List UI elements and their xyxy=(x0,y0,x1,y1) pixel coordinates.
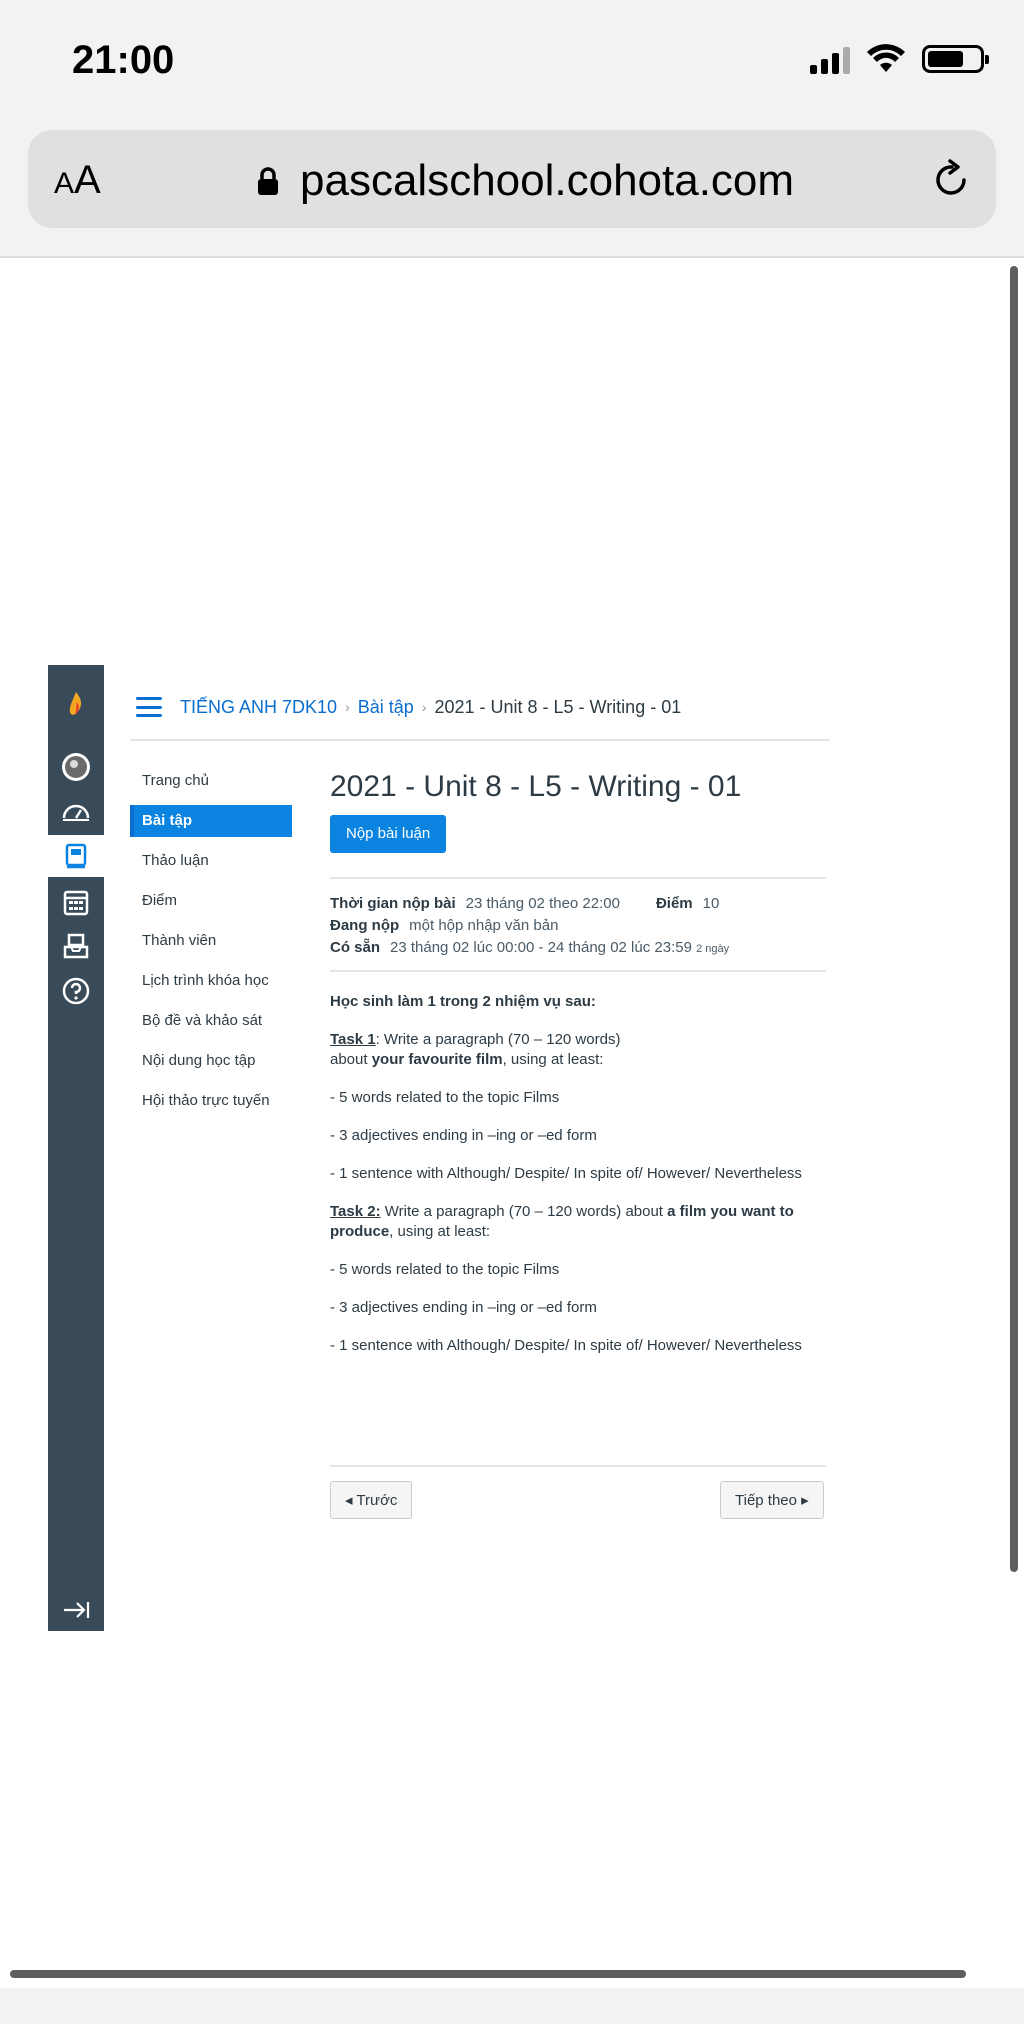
url-text[interactable]: pascalschool.cohota.com xyxy=(300,156,794,206)
breadcrumb-separator-icon: › xyxy=(345,699,350,715)
course-nav-item-grades[interactable]: Điểm xyxy=(130,885,292,917)
available-value: 23 tháng 02 lúc 00:00 - 24 tháng 02 lúc … xyxy=(390,939,730,956)
intro-text: Học sinh làm 1 trong 2 nhiệm vụ sau: xyxy=(330,993,596,1010)
available-row: Có sẵn 23 tháng 02 lúc 00:00 - 24 tháng … xyxy=(330,937,826,960)
course-nav-item-modules[interactable]: Nội dung học tập xyxy=(130,1045,292,1077)
next-button[interactable]: Tiếp theo ▸ xyxy=(720,1481,824,1519)
submitting-row: Đang nộp một hộp nhập văn bản xyxy=(330,915,826,937)
assignment-details: Thời gian nộp bài 23 tháng 02 theo 22:00… xyxy=(330,877,826,972)
account-avatar-icon[interactable] xyxy=(48,747,104,787)
text-size-button[interactable]: AA xyxy=(54,158,101,203)
hamburger-menu-icon[interactable] xyxy=(136,697,162,717)
help-icon[interactable] xyxy=(48,971,104,1011)
due-value: 23 tháng 02 theo 22:00 xyxy=(465,895,620,912)
page-title: 2021 - Unit 8 - L5 - Writing - 01 xyxy=(330,770,742,803)
battery-icon xyxy=(922,45,989,73)
inbox-icon[interactable] xyxy=(48,927,104,965)
course-nav-item-assignments[interactable]: Bài tập xyxy=(130,805,292,837)
list-item: - 3 adjectives ending in –ing or –ed for… xyxy=(330,1127,597,1144)
due-label: Thời gian nộp bài xyxy=(330,895,456,912)
address-bar[interactable]: AA pascalschool.cohota.com xyxy=(28,130,996,228)
breadcrumb-course-link[interactable]: TIẾNG ANH 7DK10 xyxy=(180,697,337,718)
horizontal-scrollbar[interactable] xyxy=(10,1970,966,1978)
submitting-label: Đang nộp xyxy=(330,917,400,934)
browser-bottom-strip xyxy=(0,1988,1024,2024)
available-label: Có sẵn xyxy=(330,939,381,956)
list-item: - 5 words related to the topic Films xyxy=(330,1089,560,1106)
task2-paragraph: Task 2: Write a paragraph (70 – 120 word… xyxy=(330,1203,794,1240)
school-logo-icon[interactable] xyxy=(48,685,104,725)
course-nav-item-syllabus[interactable]: Lịch trình khóa học xyxy=(130,965,292,997)
pager-divider xyxy=(330,1465,826,1467)
previous-button[interactable]: ◂ Trước xyxy=(330,1481,413,1519)
assignment-description: Học sinh làm 1 trong 2 nhiệm vụ sau: Tas… xyxy=(330,992,826,1356)
dashboard-icon[interactable] xyxy=(48,793,104,829)
courses-icon[interactable] xyxy=(48,835,104,877)
calendar-icon[interactable] xyxy=(48,883,104,921)
points-label: Điểm xyxy=(655,895,693,912)
list-item: - 1 sentence with Although/ Despite/ In … xyxy=(330,1165,802,1182)
submit-assignment-button[interactable]: Nộp bài luận xyxy=(330,815,447,853)
available-note: 2 ngày xyxy=(696,943,730,955)
points-value: 10 xyxy=(702,895,720,912)
status-time: 21:00 xyxy=(72,38,175,82)
list-item: - 3 adjectives ending in –ing or –ed for… xyxy=(330,1299,597,1316)
lock-icon xyxy=(258,167,278,195)
reload-icon[interactable] xyxy=(930,158,974,202)
course-nav-item-quizzes[interactable]: Bộ đề và khảo sát xyxy=(130,1005,292,1037)
list-item: - 5 words related to the topic Films xyxy=(330,1261,560,1278)
header-divider xyxy=(130,739,830,741)
list-item: - 1 sentence with Although/ Despite/ In … xyxy=(330,1337,802,1354)
breadcrumb-separator-icon: › xyxy=(421,699,427,715)
cellular-signal-icon xyxy=(810,44,850,74)
vertical-scrollbar[interactable] xyxy=(1010,266,1018,1572)
course-navigation: Trang chủ Bài tập Thảo luận Điểm Thành v… xyxy=(130,765,292,1125)
assignment-panel: 2021 - Unit 8 - L5 - Writing - 01 Nộp bà… xyxy=(330,765,826,1374)
wifi-icon xyxy=(867,44,905,72)
lms-page: TIẾNG ANH 7DK10 › Bài tập › 2021 - Unit … xyxy=(48,665,838,1631)
collapse-nav-icon[interactable] xyxy=(48,1595,104,1625)
task1-paragraph: Task 1: Write a paragraph (70 – 120 word… xyxy=(330,1031,621,1068)
submitting-value: một hộp nhập văn bản xyxy=(409,917,559,934)
breadcrumb-section-link[interactable]: Bài tập xyxy=(358,697,414,718)
breadcrumb: TIẾNG ANH 7DK10 › Bài tập › 2021 - Unit … xyxy=(130,687,830,727)
course-nav-item-discussions[interactable]: Thảo luận xyxy=(130,845,292,877)
course-nav-item-conferences[interactable]: Hội thảo trực tuyến xyxy=(130,1085,292,1117)
breadcrumb-current: 2021 - Unit 8 - L5 - Writing - 01 xyxy=(434,696,682,717)
course-nav-item-people[interactable]: Thành viên xyxy=(130,925,292,957)
global-navigation xyxy=(48,665,104,1631)
due-row: Thời gian nộp bài 23 tháng 02 theo 22:00… xyxy=(330,893,826,915)
ios-status-bar: 21:00 xyxy=(0,0,1024,120)
status-icons xyxy=(810,44,989,74)
browser-toolbar: AA pascalschool.cohota.com xyxy=(0,120,1024,258)
course-nav-item-home[interactable]: Trang chủ xyxy=(130,765,292,797)
